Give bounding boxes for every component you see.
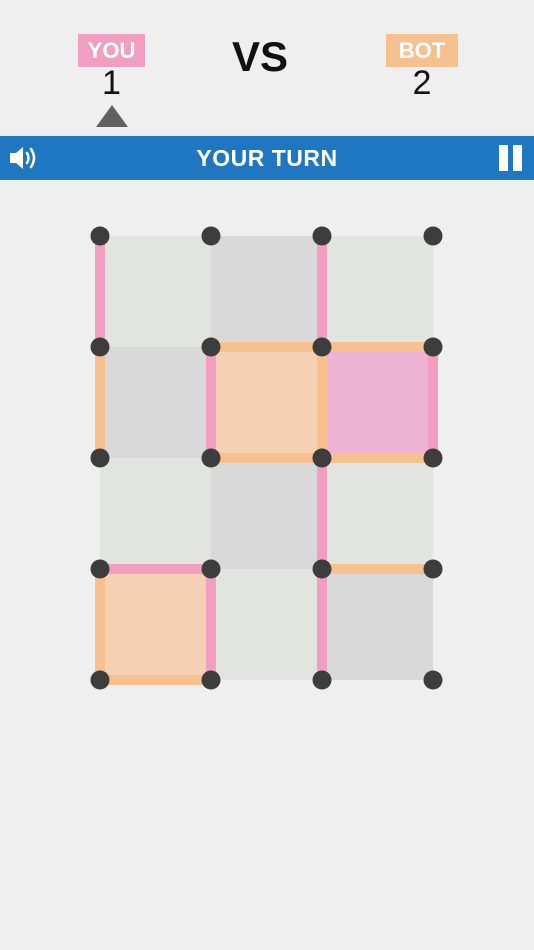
drawn-line (317, 347, 327, 458)
empty-line-slot[interactable] (110, 337, 201, 357)
board-cell (100, 458, 211, 569)
empty-line-slot[interactable] (332, 670, 423, 690)
empty-line-slot[interactable] (423, 468, 443, 559)
empty-line-slot[interactable] (423, 246, 443, 337)
drawn-line (322, 453, 433, 463)
drawn-line (317, 458, 327, 569)
grid-dot (90, 670, 110, 690)
grid-dot (201, 559, 221, 579)
drawn-line (317, 236, 327, 347)
drawn-line (206, 569, 216, 680)
grid-dot (423, 337, 443, 357)
drawn-line (95, 347, 105, 458)
drawn-line (206, 347, 216, 458)
grid-dot (312, 559, 332, 579)
board-cell (211, 458, 322, 569)
empty-line-slot[interactable] (332, 226, 423, 246)
grid-dot (312, 670, 332, 690)
drawn-line (322, 564, 433, 574)
drawn-line (211, 453, 322, 463)
board-cell (100, 569, 211, 680)
game-board (90, 226, 443, 690)
grid-dot (423, 670, 443, 690)
drawn-line (211, 342, 322, 352)
grid-dot (201, 670, 221, 690)
board-cell (100, 347, 211, 458)
board-cell (322, 347, 433, 458)
drawn-line (317, 569, 327, 680)
drawn-line (100, 675, 211, 685)
grid-dot (201, 226, 221, 246)
grid-dot (312, 448, 332, 468)
grid-dot (90, 226, 110, 246)
grid-dot (201, 337, 221, 357)
board-cell (211, 347, 322, 458)
drawn-line (322, 342, 433, 352)
grid-dot (423, 559, 443, 579)
grid-dot (423, 448, 443, 468)
board-cell (211, 236, 322, 347)
board-cell (322, 458, 433, 569)
board-cell (322, 236, 433, 347)
grid-dot (423, 226, 443, 246)
empty-line-slot[interactable] (90, 468, 110, 559)
empty-line-slot[interactable] (221, 670, 312, 690)
empty-line-slot[interactable] (221, 559, 312, 579)
empty-line-slot[interactable] (201, 246, 221, 337)
drawn-line (100, 564, 211, 574)
empty-line-slot[interactable] (110, 448, 201, 468)
empty-line-slot[interactable] (221, 226, 312, 246)
empty-line-slot[interactable] (110, 226, 201, 246)
empty-line-slot[interactable] (201, 468, 221, 559)
grid-dot (201, 448, 221, 468)
drawn-line (428, 347, 438, 458)
board-cell (211, 569, 322, 680)
grid-dot (312, 226, 332, 246)
grid-dot (90, 337, 110, 357)
board-cell (100, 236, 211, 347)
empty-line-slot[interactable] (423, 579, 443, 670)
grid-dot (90, 559, 110, 579)
drawn-line (95, 569, 105, 680)
grid-dot (312, 337, 332, 357)
drawn-line (95, 236, 105, 347)
grid-dot (90, 448, 110, 468)
board-cell (322, 569, 433, 680)
